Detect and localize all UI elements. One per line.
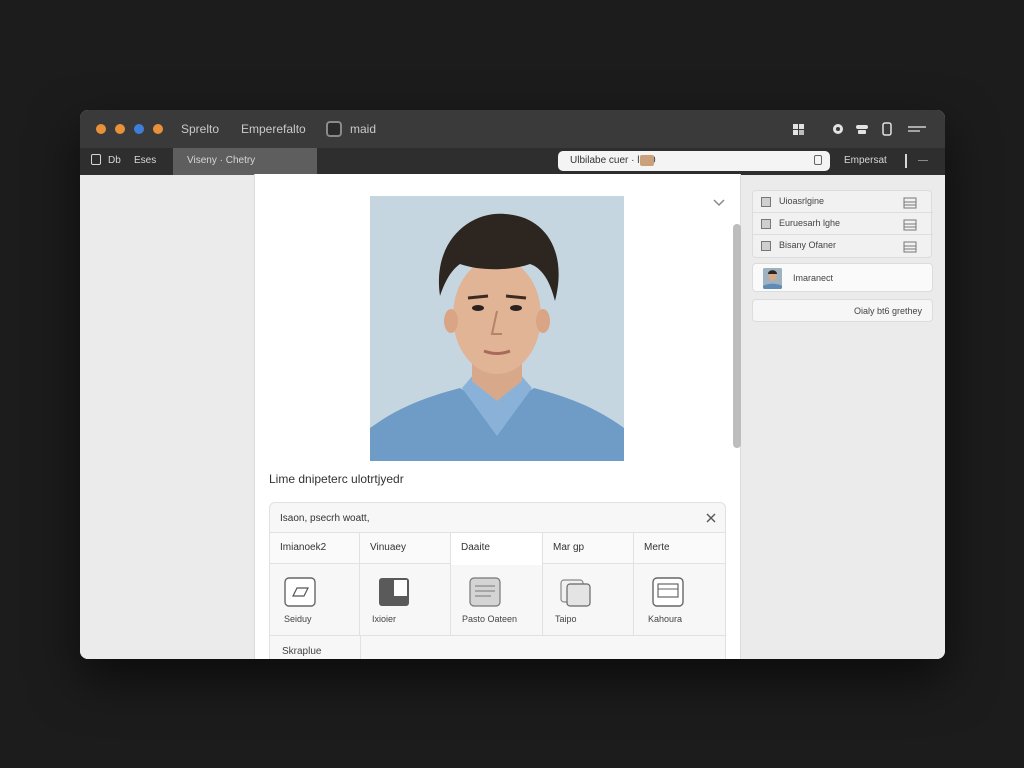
- list-menu-icon[interactable]: [903, 218, 917, 231]
- browser-window: Sprelto Emperefalto maid Db Eses Viseny …: [80, 110, 945, 659]
- title-app-name: maid: [350, 122, 377, 136]
- scrollbar-thumb[interactable]: [733, 224, 741, 448]
- toolbar-divider: [905, 154, 907, 168]
- sidebar-button-label: Oialy bt6 grethey: [853, 306, 922, 316]
- toolbar-right-label[interactable]: Empersat: [844, 155, 887, 166]
- settings-icon[interactable]: [830, 121, 846, 137]
- sidebar-list: Uioasrlgine Euruesarh lghe Bisany Ofaner: [752, 190, 933, 258]
- grid-header-cell[interactable]: Vinuaey: [360, 533, 451, 565]
- sidebar-item-label: Bisany Ofaner: [779, 240, 837, 250]
- file-icon: [761, 241, 771, 251]
- grid-cell[interactable]: Pasto Oateen: [451, 564, 543, 636]
- minimize-window-dot[interactable]: [115, 124, 125, 134]
- tab-eses[interactable]: Db Eses: [80, 148, 173, 175]
- close-icon[interactable]: [704, 511, 718, 525]
- toolbar-more-icon[interactable]: [918, 160, 928, 161]
- sidebar-item[interactable]: Bisany Ofaner: [753, 235, 933, 257]
- cloud-icon[interactable]: [854, 121, 870, 137]
- grid-header-cell[interactable]: Mar gp: [543, 533, 634, 565]
- sidebar-item[interactable]: Euruesarh lghe: [753, 213, 933, 235]
- tab-page-icon: [91, 154, 101, 165]
- address-bar[interactable]: Ulbilabe cuer · lotl0: [558, 151, 830, 171]
- grid-header-row: Imianoek2 Vinuaey Daaite Mar gp Merte: [270, 532, 725, 565]
- chevron-down-icon[interactable]: [711, 194, 727, 210]
- list-menu-icon[interactable]: [903, 196, 917, 209]
- grid-header-cell[interactable]: Imianoek2: [270, 533, 360, 565]
- tab-prefix: Db: [108, 155, 121, 166]
- tab-label: Eses: [134, 155, 157, 166]
- tab-active-label: Viseny · Chetry: [187, 155, 256, 166]
- app-icon: [326, 121, 342, 137]
- file-icon: [761, 219, 771, 229]
- sidebar-item-label: Euruesarh lghe: [779, 218, 841, 228]
- grid-cell[interactable]: Taipo: [543, 564, 634, 636]
- url-favicon: [640, 155, 654, 166]
- avatar: [763, 268, 782, 289]
- window-icon[interactable]: [879, 121, 895, 137]
- tab-active[interactable]: Viseny · Chetry: [173, 148, 317, 175]
- parallelogram-icon: [284, 577, 316, 607]
- sidebar-card-label: Imaranect: [793, 273, 834, 283]
- file-icon: [761, 197, 771, 207]
- bottom-divider: [360, 636, 361, 659]
- copy-icon: [560, 577, 591, 607]
- bottom-label[interactable]: Skraplue: [282, 646, 321, 657]
- portrait-image: [370, 196, 624, 461]
- preview-sheet: Lime dnipeterc ulotrtjyedr Isaon, psecrh…: [254, 174, 741, 659]
- sidebar-item-label: Uioasrlgine: [779, 196, 825, 206]
- grid-cell[interactable]: Ixioier: [360, 564, 451, 636]
- grid-cell-label: Seiduy: [284, 614, 312, 624]
- grid-header-cell[interactable]: Merte: [634, 533, 725, 565]
- grid-cell-label: Taipo: [555, 614, 577, 624]
- grid-header-cell[interactable]: Daaite: [451, 533, 543, 565]
- title-mid: Emperefalto: [241, 122, 306, 136]
- options-panel: Isaon, psecrh woatt, Imianoek2 Vinuaey D…: [269, 502, 726, 659]
- extension-icon[interactable]: [791, 121, 807, 137]
- grid-cell-label: Kahoura: [648, 614, 683, 624]
- extra-window-dot[interactable]: [153, 124, 163, 134]
- panel-title: Isaon, psecrh woatt,: [280, 513, 370, 524]
- grid-cell[interactable]: Seiduy: [270, 564, 360, 636]
- zoom-window-dot[interactable]: [134, 124, 144, 134]
- grid-cell[interactable]: Kahoura: [634, 564, 725, 636]
- sidebar-action-button[interactable]: Oialy bt6 grethey: [752, 299, 933, 322]
- image-tile-icon: [378, 577, 409, 607]
- close-window-dot[interactable]: [96, 124, 106, 134]
- title-bar: Sprelto Emperefalto maid: [80, 110, 945, 148]
- document-icon: [469, 577, 501, 607]
- sidebar-image-card[interactable]: Imaranect: [752, 263, 933, 292]
- image-caption: Lime dnipeterc ulotrtjyedr: [269, 472, 404, 486]
- grid-cell-label: Pasto Oateen: [462, 614, 518, 624]
- title-left: Sprelto: [181, 122, 220, 136]
- sidebar-item[interactable]: Uioasrlgine: [753, 191, 933, 213]
- menu-icon[interactable]: [906, 121, 928, 137]
- grid-cell-label: Ixioier: [372, 614, 397, 624]
- tab-bar: Db Eses Viseny · Chetry Ulbilabe cuer · …: [80, 148, 945, 175]
- grid-icon-row: Seiduy Ixioier Pasto Oateen Taipo Kahour…: [270, 564, 725, 636]
- list-menu-icon[interactable]: [903, 240, 917, 253]
- bookmark-icon[interactable]: [814, 155, 822, 165]
- frame-icon: [652, 577, 684, 607]
